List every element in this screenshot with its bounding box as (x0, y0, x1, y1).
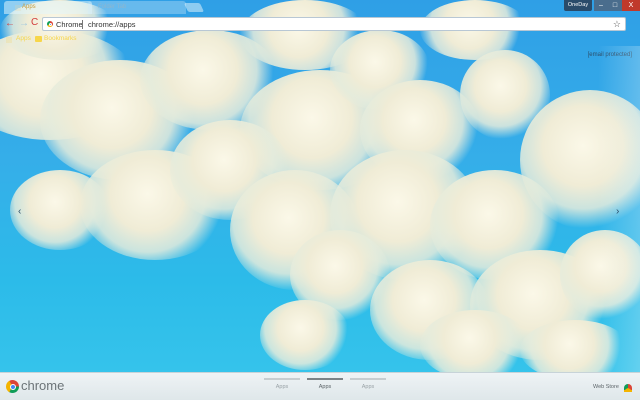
url-text[interactable]: chrome://apps (88, 19, 136, 30)
chevron-right-icon[interactable]: › (616, 206, 619, 217)
bookmarks-bar: Apps Bookmarks (0, 34, 640, 46)
page-indicator-bar (350, 378, 386, 380)
minimize-button[interactable]: – (594, 0, 608, 11)
bookmark-apps[interactable]: Apps (16, 35, 31, 42)
web-store-link[interactable]: Web Store (593, 384, 619, 390)
tab-label: Folder Tab (98, 4, 127, 10)
folder-icon (35, 36, 42, 42)
page-indicator-bar (307, 378, 343, 380)
toolbar: ← → C Chrome chrome://apps ☆ (0, 14, 640, 34)
forward-arrow-icon[interactable]: → (19, 18, 29, 29)
chevron-left-icon[interactable]: ‹ (18, 206, 21, 217)
bookmark-folder[interactable]: Bookmarks (44, 35, 77, 42)
tab-strip: Apps Folder Tab OneDay – □ X (0, 0, 640, 14)
omnibox-separator (82, 20, 83, 29)
theme-background (0, 0, 640, 400)
page-switcher-1[interactable]: Apps (264, 378, 300, 390)
footer-bar: chrome Apps Apps Apps Web Store (0, 372, 640, 400)
chrome-wordmark: chrome (21, 378, 65, 393)
chrome-logo-icon (6, 380, 19, 393)
tab-label: Apps (22, 4, 36, 10)
maximize-button[interactable]: □ (608, 0, 622, 11)
apps-grid-icon[interactable] (6, 37, 12, 43)
bookmark-star-icon[interactable]: ☆ (613, 18, 621, 30)
reload-icon[interactable]: C (31, 17, 38, 28)
page-label: Apps (361, 384, 375, 390)
tab-apps[interactable]: Apps (4, 1, 92, 14)
address-bar[interactable]: Chrome chrome://apps ☆ (42, 17, 626, 31)
chrome-page-icon (47, 21, 53, 27)
page-label: Apps (275, 384, 289, 390)
apps-grid-icon (15, 5, 21, 11)
page-switcher-2[interactable]: Apps (307, 378, 343, 390)
profile-badge[interactable]: OneDay (564, 0, 592, 11)
back-arrow-icon[interactable]: ← (5, 18, 15, 29)
tab-second[interactable]: Folder Tab (88, 1, 186, 14)
page-label: Apps (318, 384, 332, 390)
page-indicator-bar (264, 378, 300, 380)
new-tab-button[interactable] (183, 3, 205, 12)
web-store-icon[interactable] (624, 384, 632, 392)
close-button[interactable]: X (622, 0, 640, 11)
page-switcher-3[interactable]: Apps (350, 378, 386, 390)
omnibox-chip: Chrome (56, 20, 83, 29)
